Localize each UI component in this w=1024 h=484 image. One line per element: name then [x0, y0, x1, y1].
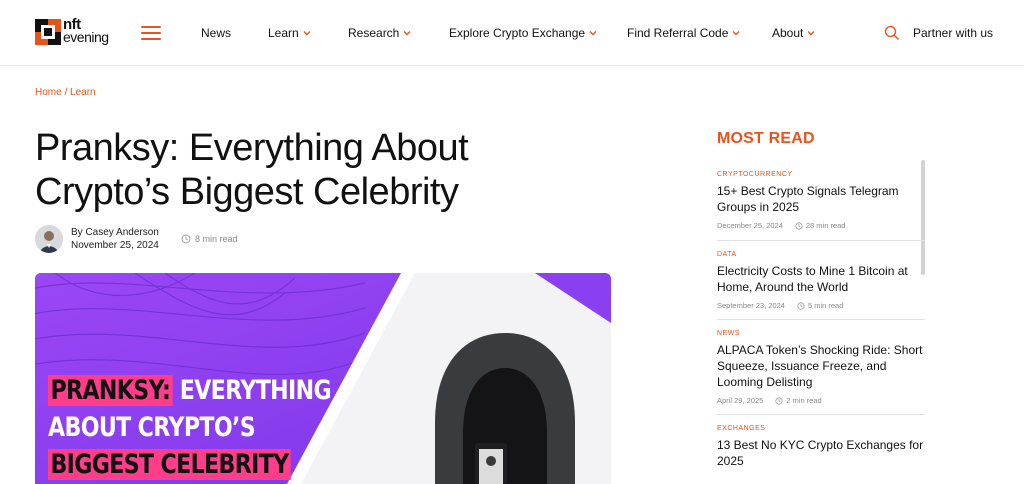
category-label[interactable]: DATA: [717, 251, 925, 258]
chevron-down-icon: [589, 31, 597, 36]
category-label[interactable]: EXCHANGES: [717, 425, 925, 432]
nav-find-referral-code[interactable]: Find Referral Code: [627, 26, 741, 40]
most-read-item[interactable]: EXCHANGES 13 Best No KYC Crypto Exchange…: [717, 425, 925, 469]
nav-news-label: News: [201, 26, 232, 40]
most-read-item[interactable]: DATA Electricity Costs to Mine 1 Bitcoin…: [717, 251, 925, 310]
hero-line3-highlight: BIGGEST CELEBRITY: [48, 449, 292, 480]
most-read-item[interactable]: NEWS ALPACA Token’s Shocking Ride: Short…: [717, 330, 925, 405]
most-read-title[interactable]: ALPACA Token’s Shocking Ride: Short Sque…: [717, 342, 925, 390]
search-icon[interactable]: [884, 25, 900, 41]
most-read-title[interactable]: 15+ Best Crypto Signals Telegram Groups …: [717, 183, 925, 215]
most-read-read-time: 5 min read: [797, 301, 843, 310]
nav-referral-label: Find Referral Code: [627, 26, 729, 40]
breadcrumb-separator: /: [64, 87, 68, 98]
most-read-read-time: 2 min read: [775, 396, 822, 405]
nav-learn[interactable]: Learn: [268, 26, 312, 40]
chevron-down-icon: [807, 31, 815, 36]
most-read-date: December 25, 2024: [717, 221, 783, 230]
most-read-date: April 29, 2025: [717, 396, 764, 405]
partner-with-us-link[interactable]: Partner with us: [913, 26, 993, 40]
logo-text-line2: evening: [63, 29, 109, 45]
breadcrumb: Home / Learn: [35, 87, 96, 98]
read-time-label: 2 min read: [786, 396, 822, 405]
clock-icon: [181, 234, 191, 244]
site-logo[interactable]: nft evening: [35, 17, 119, 47]
sidebar-divider: [717, 414, 925, 415]
most-read-meta: September 23, 2024 5 min read: [717, 301, 925, 310]
clock-icon: [795, 221, 803, 230]
site-header: nft evening News Learn Research Explore …: [0, 0, 1024, 66]
nav-explore-label: Explore Crypto Exchange: [449, 26, 586, 40]
avatar-image: [35, 225, 63, 253]
clock-icon: [775, 396, 783, 405]
most-read-title[interactable]: Electricity Costs to Mine 1 Bitcoin at H…: [717, 263, 925, 295]
read-time-label: 28 min read: [805, 221, 846, 230]
most-read-meta: April 29, 2025 2 min read: [717, 396, 925, 405]
hamburger-menu-icon[interactable]: [141, 24, 161, 42]
most-read-title[interactable]: 13 Best No KYC Crypto Exchanges for 2025: [717, 437, 925, 469]
nav-about[interactable]: About: [772, 26, 816, 40]
clock-icon: [797, 301, 805, 310]
article-title: Pranksy: Everything About Crypto’s Bigge…: [35, 127, 469, 213]
article-date: November 25, 2024: [71, 240, 159, 251]
nav-about-label: About: [772, 26, 804, 40]
sidebar-divider: [717, 240, 925, 241]
nav-research[interactable]: Research: [348, 26, 412, 40]
chevron-down-icon: [303, 31, 311, 36]
hero-image: PRANKSY: EVERYTHING ABOUT CRYPTO’S BIGGE…: [35, 273, 611, 484]
chevron-down-icon: [732, 31, 740, 36]
breadcrumb-learn[interactable]: Learn: [70, 87, 96, 98]
hero-headline-line2: ABOUT CRYPTO’S: [48, 412, 256, 443]
logo-mark-icon: [35, 19, 61, 45]
article-read-time: 8 min read: [181, 234, 238, 244]
most-read-item[interactable]: CRYPTOCURRENCY 15+ Best Crypto Signals T…: [717, 171, 925, 230]
sidebar-divider: [717, 319, 925, 320]
hero-word-pranksy: PRANKSY:: [48, 375, 173, 406]
most-read-heading: MOST READ: [717, 130, 815, 147]
nav-learn-label: Learn: [268, 26, 299, 40]
category-label[interactable]: NEWS: [717, 330, 925, 337]
hero-headline-line3: BIGGEST CELEBRITY: [48, 449, 292, 480]
breadcrumb-home[interactable]: Home: [35, 87, 62, 98]
most-read-read-time: 28 min read: [795, 221, 846, 230]
chevron-down-icon: [403, 31, 411, 36]
nav-research-label: Research: [348, 26, 400, 40]
nav-news[interactable]: News: [201, 26, 231, 40]
read-time-label: 5 min read: [807, 301, 844, 310]
hero-headline-line1: PRANKSY: EVERYTHING: [48, 375, 332, 406]
read-time-label: 8 min read: [195, 234, 238, 244]
author-name[interactable]: By Casey Anderson: [71, 227, 159, 238]
most-read-date: September 23, 2024: [717, 301, 785, 310]
nav-explore-crypto-exchange[interactable]: Explore Crypto Exchange: [449, 26, 598, 40]
most-read-meta: December 25, 2024 28 min read: [717, 221, 925, 230]
category-label[interactable]: CRYPTOCURRENCY: [717, 171, 925, 178]
author-avatar[interactable]: [35, 225, 63, 253]
hero-word-everything: EVERYTHING: [179, 375, 332, 406]
